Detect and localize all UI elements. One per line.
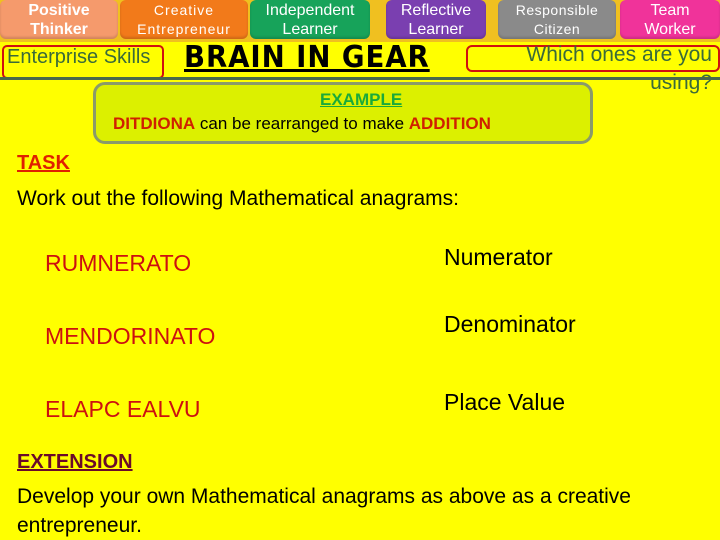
skill-tab-label-line1: Team (650, 1, 690, 19)
skill-tab-reflective-learner[interactable]: Reflective Learner (386, 0, 486, 39)
skill-tab-team-worker[interactable]: Team Worker (620, 0, 720, 39)
header-divider (0, 77, 720, 80)
skill-tab-label-line2: Citizen (533, 20, 581, 37)
skill-tab-label-line2: Learner (282, 20, 338, 38)
anagram-answer: Denominator (444, 311, 576, 337)
example-sentence: DITDIONA can be rearranged to make ADDIT… (113, 114, 491, 134)
question-text-line2: using? (650, 71, 712, 94)
skill-tab-label-line1: Responsible (515, 1, 599, 18)
anagram-answer: Numerator (444, 244, 553, 270)
skill-tab-label-line2: Worker (644, 20, 696, 38)
skill-tab-label-line1: Independent (265, 1, 355, 19)
example-middle-text: can be rearranged to make (195, 114, 409, 133)
extension-text: Develop your own Mathematical anagrams a… (17, 485, 631, 537)
example-answer-word: ADDITION (408, 114, 491, 133)
task-instruction: Work out the following Mathematical anag… (17, 187, 459, 210)
skill-tab-responsible-citizen[interactable]: Responsible Citizen (498, 0, 616, 39)
anagram-scrambled: RUMNERATO (45, 250, 192, 276)
skill-tab-positive-thinker[interactable]: Positive Thinker (0, 0, 118, 39)
page-title: BRAIN IN GEAR (184, 40, 430, 75)
skill-tab-label-line2: Entrepreneur (137, 20, 231, 37)
enterprise-skills-label: Enterprise Skills (7, 46, 151, 68)
example-heading: EXAMPLE (320, 90, 403, 109)
skill-tab-label-line1: Reflective (400, 1, 472, 19)
skill-tab-label-line1: Positive (28, 1, 90, 19)
question-text-line1: Which ones are you (526, 43, 712, 66)
anagram-scrambled: MENDORINATO (45, 323, 216, 349)
skill-tab-creative-entrepreneur[interactable]: Creative Entrepreneur (120, 0, 248, 39)
task-heading: TASK (17, 152, 70, 174)
skill-tab-label-line2: Thinker (30, 20, 88, 38)
skill-tab-label-line2: Learner (408, 20, 464, 38)
skill-tab-label-line1: Creative (153, 1, 215, 18)
anagram-scrambled: ELAPC EALVU (45, 396, 201, 422)
example-scrambled-word: DITDIONA (113, 114, 196, 133)
skill-tab-independent-learner[interactable]: Independent Learner (250, 0, 370, 39)
extension-heading: EXTENSION (17, 451, 133, 473)
anagram-answer: Place Value (444, 389, 566, 415)
